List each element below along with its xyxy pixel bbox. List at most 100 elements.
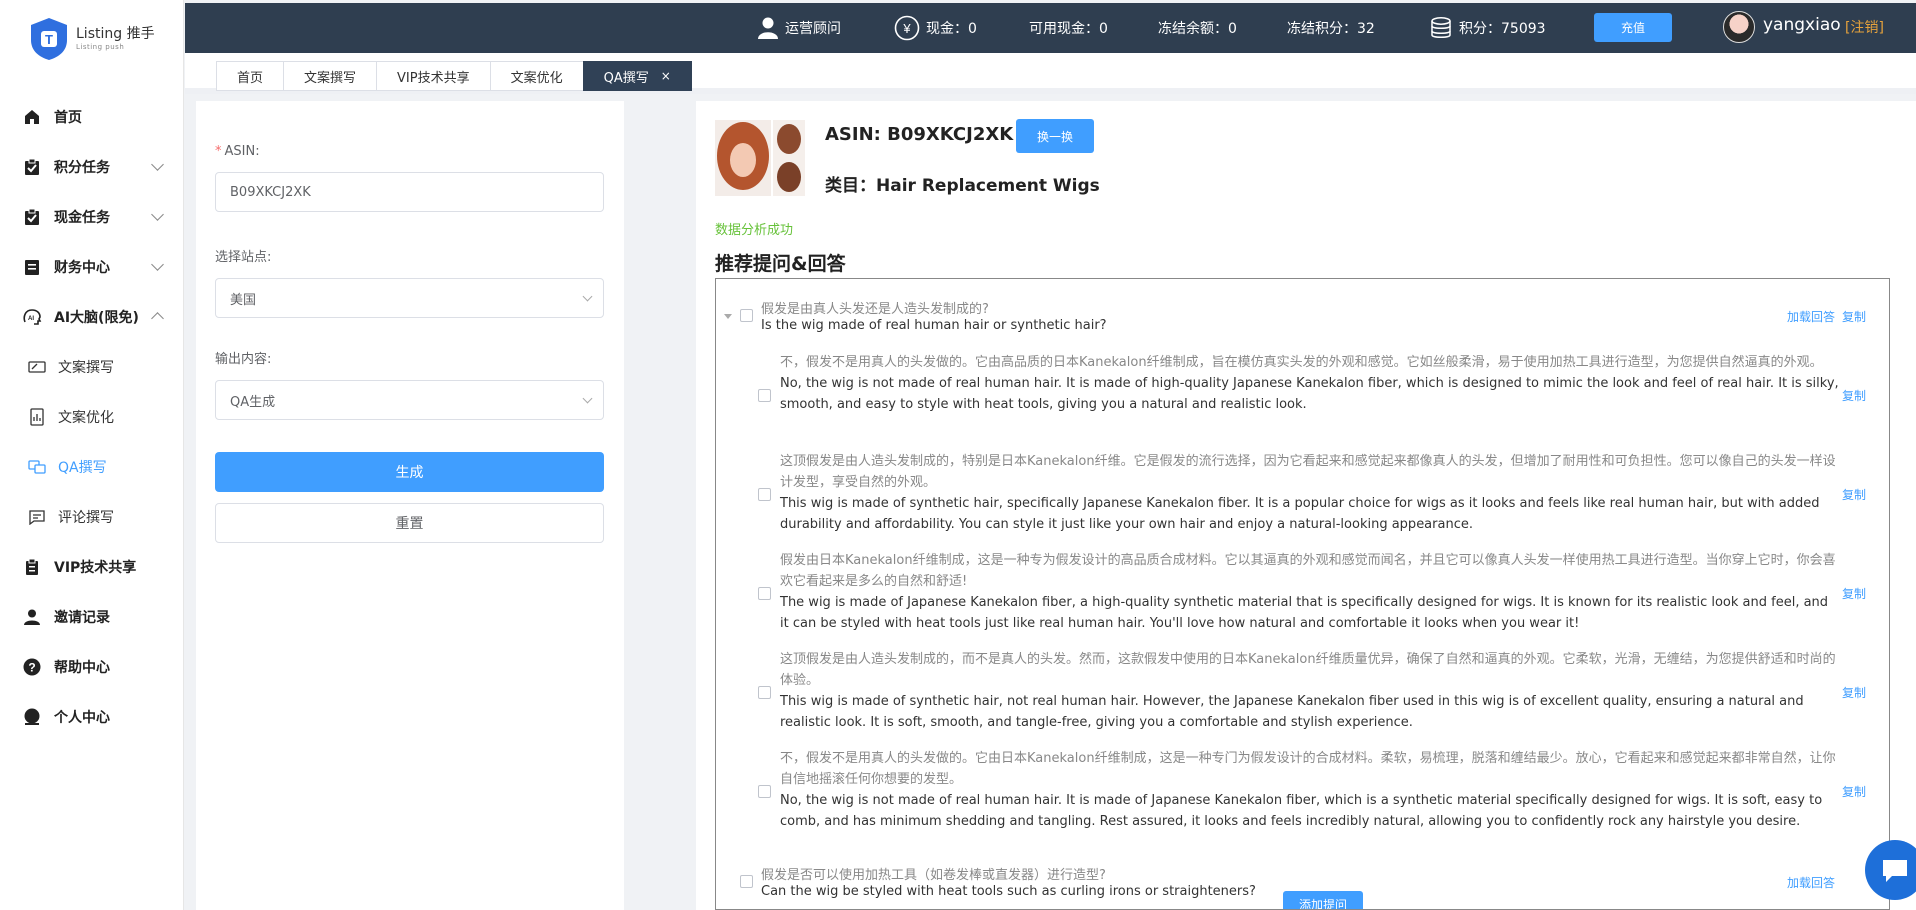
sidebar-subitem-copy-optimize[interactable]: 文案优化 <box>0 392 184 442</box>
answer-checkbox[interactable] <box>758 389 771 402</box>
tab-label: 文案优化 <box>510 70 563 86</box>
answer-text: 不，假发不是用真人的头发做的。它由日本Kanekalon纤维制成，这是一种专门为… <box>780 748 1840 832</box>
logo-title: Listing 推手 <box>76 26 155 42</box>
answer-checkbox[interactable] <box>758 587 771 600</box>
tab-copy-optimize[interactable]: 文案优化 <box>489 61 583 91</box>
points-stat: 积分：75093 <box>1429 3 1546 53</box>
sidebar-item-personal-center[interactable]: 个人中心 <box>0 692 184 742</box>
recharge-button[interactable]: 充值 <box>1594 13 1672 42</box>
sidebar-item-cash-tasks[interactable]: 现金任务 <box>0 192 184 242</box>
clipboard-list-icon <box>22 557 42 577</box>
username[interactable]: yangxiao <box>1763 15 1841 35</box>
logo-subtitle: Listing push <box>76 43 125 51</box>
tabs-bar: 首页 文案撰写 VIP技术共享 文案优化 QA撰写 × <box>185 53 1916 94</box>
points-value: 积分：75093 <box>1459 21 1546 37</box>
sidebar-item-ai-brain[interactable]: AI AI大脑(限免) <box>0 292 184 342</box>
sidebar-item-finance[interactable]: 财务中心 <box>0 242 184 292</box>
tab-list: 首页 文案撰写 VIP技术共享 文案优化 QA撰写 × <box>216 61 692 91</box>
result-panel: ASIN: B09XKCJ2XK 换一换 类目：Hair Replacement… <box>696 101 1916 910</box>
copy-link[interactable]: 复制 <box>1842 684 1866 701</box>
svg-text:AI: AI <box>28 316 34 322</box>
sidebar-item-vip-share[interactable]: VIP技术共享 <box>0 542 184 592</box>
tab-label: VIP技术共享 <box>397 70 470 86</box>
coin-stack-icon <box>1431 17 1451 38</box>
sidebar-item-points-tasks[interactable]: 积分任务 <box>0 142 184 192</box>
answer-checkbox[interactable] <box>758 686 771 699</box>
category-label: 类目：Hair Replacement Wigs <box>825 176 1100 196</box>
sidebar-subitem-review-writing[interactable]: 评论撰写 <box>0 492 184 542</box>
asin-title: ASIN: B09XKCJ2XK <box>825 124 1014 145</box>
change-button[interactable]: 换一换 <box>1016 119 1094 153</box>
reset-button[interactable]: 重置 <box>215 503 604 543</box>
answer-text: 这顶假发是由人造头发制成的，特别是日本Kanekalon纤维。它是假发的流行选择… <box>780 451 1840 535</box>
chat-button[interactable] <box>1865 840 1916 900</box>
load-answer-link[interactable]: 加载回答 <box>1787 874 1835 891</box>
question-checkbox[interactable] <box>740 309 753 322</box>
sidebar-item-label: 邀请记录 <box>54 610 110 626</box>
answer-checkbox[interactable] <box>758 785 771 798</box>
advisor-link[interactable]: 运营顾问 <box>757 3 841 53</box>
site-select-value: 美国 <box>230 292 257 308</box>
caret-down-icon[interactable] <box>724 314 732 319</box>
frozen-balance-stat: 冻结余额：0 <box>1158 3 1237 53</box>
copy-link[interactable]: 复制 <box>1842 308 1866 325</box>
asin-form-group: * ASIN: B09XKCJ2XK <box>215 144 604 212</box>
available-cash-stat: 可用现金：0 <box>1029 3 1108 53</box>
home-icon <box>22 107 42 127</box>
sidebar-item-label: 评论撰写 <box>58 510 114 526</box>
ai-head-icon: AI <box>22 307 42 327</box>
generate-button[interactable]: 生成 <box>215 452 604 492</box>
close-icon[interactable]: × <box>661 69 671 83</box>
output-select-value: QA生成 <box>230 394 276 410</box>
sidebar-subitem-copywriting[interactable]: 文案撰写 <box>0 342 184 392</box>
copy-link[interactable]: 复制 <box>1842 486 1866 503</box>
answer-checkbox[interactable] <box>758 488 771 501</box>
sidebar-subitem-qa-writing[interactable]: QA撰写 <box>0 442 184 492</box>
section-title: 推荐提问&回答 <box>715 253 846 275</box>
question-checkbox[interactable] <box>740 875 753 888</box>
tab-qa-writing[interactable]: QA撰写 × <box>582 61 692 91</box>
output-select[interactable]: QA生成 <box>215 380 604 420</box>
logo[interactable]: T Listing 推手 Listing push <box>28 16 155 62</box>
asin-input[interactable]: B09XKCJ2XK <box>215 172 604 212</box>
add-question-button[interactable]: 添加提问 <box>1283 891 1363 909</box>
tab-home[interactable]: 首页 <box>216 61 284 91</box>
chevron-down-icon <box>151 208 164 221</box>
tab-vip-share[interactable]: VIP技术共享 <box>376 61 490 91</box>
answer-text-en: This wig is made of synthetic hair, spec… <box>780 496 1820 532</box>
sidebar-item-label: QA撰写 <box>58 460 107 476</box>
cash-value: 现金：0 <box>926 21 977 37</box>
question-text-cn: 假发是由真人头发还是人造头发制成的? <box>761 302 989 317</box>
copy-link[interactable]: 复制 <box>1842 783 1866 800</box>
answer-text-en: The wig is made of Japanese Kanekalon fi… <box>780 595 1829 631</box>
chevron-down-icon <box>151 258 164 271</box>
tab-label: 文案撰写 <box>304 70 357 86</box>
user-icon <box>22 607 42 627</box>
asin-label: * ASIN: <box>215 144 260 159</box>
logout-link[interactable]: [注销] <box>1845 17 1884 37</box>
asin-label-text: ASIN: <box>224 144 260 159</box>
copy-link[interactable]: 复制 <box>1842 387 1866 404</box>
sidebar-item-label: 个人中心 <box>54 710 110 726</box>
sidebar-item-home[interactable]: 首页 <box>0 92 184 142</box>
site-select[interactable]: 美国 <box>215 278 604 318</box>
answer-text: 这顶假发是由人造头发制成的，而不是真人的头发。然而，这款假发中使用的日本Kane… <box>780 649 1840 733</box>
sidebar-menu: 首页 积分任务 现金任务 财务中心 AI AI大脑(限免) 文案撰写 文案优化 … <box>0 92 184 742</box>
sidebar-item-help-center[interactable]: ? 帮助中心 <box>0 642 184 692</box>
chevron-down-icon <box>582 291 593 302</box>
form-panel: * ASIN: B09XKCJ2XK 选择站点: 美国 输出内容: QA生成 生成… <box>196 101 624 910</box>
answer-text-cn: 这顶假发是由人造头发制成的，而不是真人的头发。然而，这款假发中使用的日本Kane… <box>780 652 1836 688</box>
document-chart-icon <box>28 408 46 426</box>
answer-text: 假发由日本Kanekalon纤维制成，这是一种专为假发设计的高品质合成材料。它以… <box>780 550 1840 634</box>
avatar[interactable] <box>1723 11 1755 43</box>
copy-link[interactable]: 复制 <box>1842 585 1866 602</box>
sidebar-item-label: 财务中心 <box>54 260 110 276</box>
tab-label: 首页 <box>237 70 264 86</box>
tab-copywriting[interactable]: 文案撰写 <box>283 61 377 91</box>
svg-text:¥: ¥ <box>902 21 911 36</box>
answer-text-cn: 假发由日本Kanekalon纤维制成，这是一种专为假发设计的高品质合成材料。它以… <box>780 553 1836 589</box>
load-answer-link[interactable]: 加载回答 <box>1787 308 1835 325</box>
frozen-balance-value: 冻结余额：0 <box>1158 21 1237 37</box>
sidebar-item-invite-records[interactable]: 邀请记录 <box>0 592 184 642</box>
comment-icon <box>28 508 46 526</box>
